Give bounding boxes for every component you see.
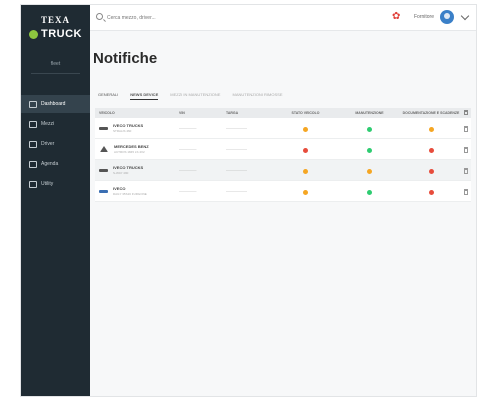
vehicle-name: IVECO	[113, 186, 126, 191]
maintenance-dot	[367, 169, 372, 174]
search-input[interactable]	[107, 12, 197, 23]
tab-generali[interactable]: GENERALI	[98, 92, 118, 100]
notifications-table: VEICOLO VIN TARGA STATO VEICOLO MANUTENZ…	[95, 108, 471, 202]
brand-logo[interactable]: TEXA TRUCK	[21, 15, 90, 40]
vehicle-model: ACTROS 1845 LS 4X2	[114, 150, 145, 154]
vehicle-icon	[29, 120, 37, 128]
page-title: Notifiche	[93, 50, 158, 67]
documents-dot	[428, 169, 434, 174]
sidebar-divider	[31, 73, 80, 74]
column-header-actions	[461, 110, 471, 116]
status-dot	[303, 127, 308, 132]
vehicle-name: IVECO TRUCKS	[113, 123, 144, 128]
sidebar-item-label: Mezzi	[41, 121, 55, 127]
vehicle-vin: —————	[179, 126, 197, 130]
documents-dot	[428, 190, 434, 195]
table-row[interactable]: IVECO TRUCKS STRALIS 460 ————— ——————	[95, 118, 471, 139]
app-window: TEXA TRUCK fleet Dashboard Mezzi Driver	[20, 4, 477, 397]
table-row[interactable]: IVECO DAILY 35S16 FURGONE ————— ——————	[95, 181, 471, 202]
truck-icon	[99, 168, 108, 172]
documents-dot	[428, 127, 434, 132]
vehicle-model: DAILY 35S16 FURGONE	[113, 192, 147, 196]
column-header-veicolo[interactable]: VEICOLO	[95, 111, 179, 115]
trash-icon[interactable]	[464, 189, 468, 195]
warning-truck-icon	[100, 146, 108, 152]
sidebar-item-dashboard[interactable]: Dashboard	[21, 95, 90, 113]
table-header: VEICOLO VIN TARGA STATO VEICOLO MANUTENZ…	[95, 108, 471, 118]
truck-icon	[99, 126, 108, 130]
vehicle-vin: —————	[179, 147, 197, 151]
column-header-documentazione[interactable]: DOCUMENTAZIONE E SCADENZE	[401, 111, 461, 115]
status-dot	[303, 190, 308, 195]
dashboard-icon	[29, 100, 37, 108]
brand-dot-icon	[29, 29, 38, 39]
brand-name: TRUCK	[41, 28, 82, 40]
driver-icon	[29, 140, 37, 148]
trash-icon[interactable]	[464, 126, 468, 132]
sidebar-item-mezzi[interactable]: Mezzi	[21, 115, 90, 133]
chevron-down-icon[interactable]	[460, 11, 470, 21]
tab-manutenzioni-rimosse[interactable]: MANUTENZIONI RIMOSSE	[232, 92, 282, 100]
top-header: ✿ Fornitore	[90, 5, 476, 31]
sidebar-item-utility[interactable]: Utility	[21, 175, 90, 193]
column-header-vin[interactable]: VIN	[179, 111, 226, 115]
avatar[interactable]	[440, 10, 454, 24]
column-header-manutenzione[interactable]: MANUTENZIONE	[338, 111, 401, 115]
table-row[interactable]: MERCEDES BENZ ACTROS 1845 LS 4X2 ————— ——…	[95, 139, 471, 160]
vehicle-model: S-WAY 490	[113, 171, 129, 175]
sidebar-item-label: Utility	[41, 181, 54, 187]
vehicle-name: MERCEDES BENZ	[114, 144, 149, 149]
sidebar-item-driver[interactable]: Driver	[21, 135, 90, 153]
vehicle-model: STRALIS 460	[113, 129, 132, 133]
table-row[interactable]: IVECO TRUCKS S-WAY 490 ————— ——————	[95, 160, 471, 181]
status-dot	[303, 169, 308, 174]
maintenance-dot	[367, 148, 372, 153]
status-dot	[303, 148, 308, 153]
trash-icon[interactable]	[464, 147, 468, 153]
location-pin-icon[interactable]: ✿	[392, 11, 401, 22]
sidebar-item-label: Dashboard	[41, 101, 66, 107]
vehicle-plate: ——————	[226, 168, 247, 172]
column-header-targa[interactable]: TARGA	[226, 111, 273, 115]
van-icon	[99, 189, 108, 193]
header-user-name[interactable]: Fornitore	[414, 14, 434, 20]
sidebar-item-agenda[interactable]: Agenda	[21, 155, 90, 173]
trash-icon	[464, 110, 468, 115]
sidebar: TEXA TRUCK fleet Dashboard Mezzi Driver	[21, 5, 90, 396]
vehicle-vin: —————	[179, 168, 197, 172]
utility-icon	[29, 180, 37, 188]
vehicle-name: IVECO TRUCKS	[113, 165, 144, 170]
documents-dot	[428, 148, 434, 153]
maintenance-dot	[367, 127, 372, 132]
notification-tabs: GENERALI NEWS DEVICE MEZZI IN MANUTENZIO…	[98, 92, 295, 100]
maintenance-dot	[367, 190, 372, 195]
sidebar-nav: Dashboard Mezzi Driver Agenda Utility	[21, 95, 90, 195]
calendar-icon	[29, 160, 37, 168]
sidebar-item-label: Driver	[41, 141, 55, 147]
vehicle-vin: —————	[179, 189, 197, 193]
vehicle-plate: ——————	[226, 189, 247, 193]
column-header-stato[interactable]: STATO VEICOLO	[273, 111, 338, 115]
sidebar-item-label: Agenda	[41, 161, 59, 167]
brand-sub: fleet	[50, 61, 61, 67]
trash-icon[interactable]	[464, 168, 468, 174]
main-content: Notifiche GENERALI NEWS DEVICE MEZZI IN …	[90, 32, 476, 396]
tab-news-device[interactable]: NEWS DEVICE	[130, 92, 159, 100]
tab-mezzi-in-manutenzione[interactable]: MEZZI IN MANUTENZIONE	[170, 92, 220, 100]
vehicle-plate: ——————	[226, 147, 247, 151]
brand-top: TEXA	[40, 15, 70, 25]
vehicle-plate: ——————	[226, 126, 247, 130]
search-icon[interactable]	[96, 13, 103, 20]
